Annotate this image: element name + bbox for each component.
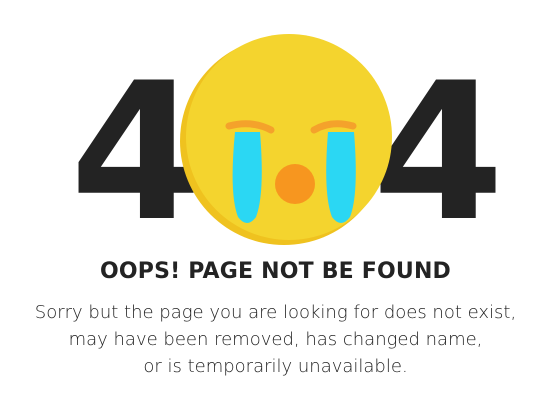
right-tear bbox=[326, 132, 356, 223]
message-line: or is temporarily unavailable. bbox=[143, 356, 408, 377]
crying-face-icon bbox=[180, 34, 392, 245]
error-code-404: 4 4 bbox=[0, 0, 551, 250]
error-message: Sorry but the page you are looking for d… bbox=[0, 299, 551, 380]
face bbox=[186, 34, 392, 240]
page-title: OOPS! PAGE NOT BE FOUND bbox=[99, 259, 452, 284]
message-line: may have been removed, has changed name, bbox=[68, 329, 483, 350]
message-line: Sorry but the page you are looking for d… bbox=[34, 302, 517, 323]
not-found-page: 4 4 OOPS! PAGE NOT BE FOUND Sorry but th… bbox=[0, 0, 551, 414]
left-tear bbox=[232, 132, 262, 223]
mouth bbox=[275, 164, 315, 204]
